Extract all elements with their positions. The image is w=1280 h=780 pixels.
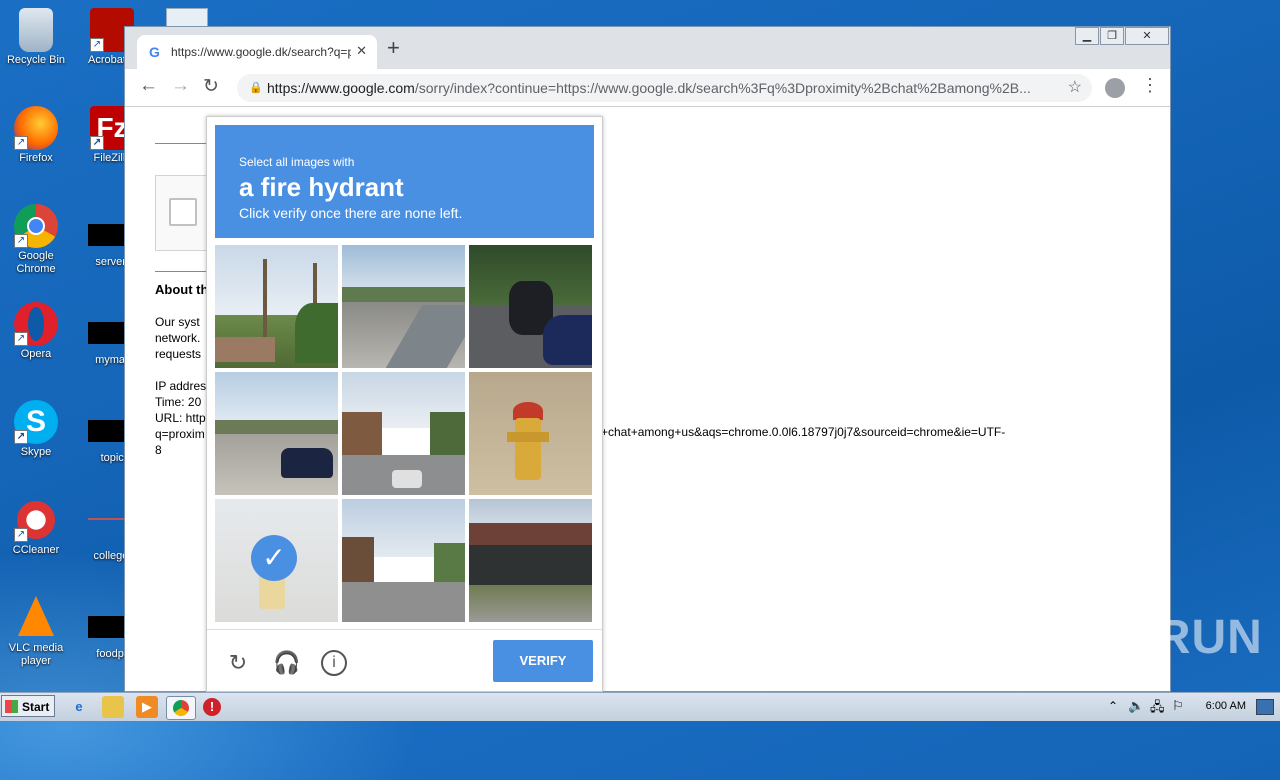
forward-icon[interactable]: → bbox=[171, 75, 190, 97]
network-icon[interactable]: 🖧 bbox=[1150, 698, 1165, 720]
desktop-icon-opera[interactable]: ↗ Opera bbox=[0, 302, 72, 361]
system-tray: ⌃ 🔈 🖧 ⚐ 6:00 AM bbox=[1104, 693, 1280, 721]
volume-icon[interactable]: 🔈 bbox=[1128, 698, 1144, 714]
taskbar: Start e ▶ ! ⌃ 🔈 🖧 ⚐ 6:00 AM bbox=[0, 692, 1280, 721]
desktop-icon-label: Firefox bbox=[19, 152, 53, 164]
redacted-icon bbox=[88, 224, 124, 246]
firefox-icon: ↗ bbox=[14, 106, 58, 150]
new-tab-button[interactable]: + bbox=[387, 37, 400, 59]
desktop-icon-recycle-bin[interactable]: Recycle Bin bbox=[0, 8, 72, 67]
query-line: q=proxim bbox=[155, 427, 205, 441]
image-tile[interactable] bbox=[469, 245, 592, 368]
desktop-icon-firefox[interactable]: ↗ Firefox bbox=[0, 106, 72, 165]
desktop-icon-label: VLC media player bbox=[8, 642, 64, 667]
internet-explorer-icon[interactable]: e bbox=[68, 696, 90, 718]
redacted-icon bbox=[88, 518, 124, 540]
body-line: Our syst bbox=[155, 315, 200, 329]
redacted-icon bbox=[88, 616, 124, 638]
address-text: https://www.google.com/sorry/index?conti… bbox=[267, 80, 1031, 96]
action-center-flag-icon[interactable]: ⚐ bbox=[1172, 698, 1184, 714]
instruction-hint: Click verify once there are none left. bbox=[239, 205, 463, 221]
chrome-icon: ↗ bbox=[14, 204, 58, 248]
recaptcha-checkbox[interactable] bbox=[169, 198, 197, 226]
redacted-icon bbox=[88, 420, 124, 442]
show-hidden-icons-icon[interactable]: ⌃ bbox=[1108, 699, 1118, 713]
lock-icon: 🔒 bbox=[249, 82, 263, 94]
media-player-icon[interactable]: ▶ bbox=[136, 696, 158, 718]
desktop-icon-label: Google Chrome bbox=[16, 250, 56, 275]
recaptcha-challenge: Select all images with a fire hydrant Cl… bbox=[206, 116, 603, 692]
reload-icon[interactable]: ↻ bbox=[225, 650, 251, 676]
time-line: Time: 20 bbox=[155, 395, 202, 409]
tab-strip: G https://www.google.dk/search?q=pr ✕ + … bbox=[125, 27, 1170, 69]
ip-line: IP addres bbox=[155, 379, 207, 393]
vlc-icon bbox=[18, 596, 54, 636]
desktop-icon-label: Recycle Bin bbox=[6, 54, 66, 66]
opera-icon: ↗ bbox=[14, 302, 58, 346]
bookmark-star-icon[interactable]: ☆ bbox=[1068, 74, 1082, 102]
body-line: requests bbox=[155, 347, 202, 361]
audio-headphones-icon[interactable]: 🎧 bbox=[273, 650, 300, 676]
image-tile[interactable] bbox=[342, 499, 465, 622]
desktop-icon-vlc[interactable]: VLC media player bbox=[0, 596, 72, 668]
start-button[interactable]: Start bbox=[1, 695, 55, 717]
desktop-icon-label: Skype bbox=[20, 446, 52, 458]
close-window-button[interactable]: ✕ bbox=[1125, 27, 1169, 45]
opera-taskbar-icon[interactable]: ! bbox=[203, 698, 221, 716]
instruction-target: a fire hydrant bbox=[239, 172, 404, 202]
desktop-icon-skype[interactable]: S ↗ Skype bbox=[0, 400, 72, 459]
desktop-icon-google-chrome[interactable]: ↗ Google Chrome bbox=[0, 204, 72, 276]
instruction-small: Select all images with bbox=[239, 155, 355, 169]
windows-flag-icon bbox=[5, 700, 18, 713]
browser-tab[interactable]: G https://www.google.dk/search?q=pr ✕ bbox=[137, 35, 377, 69]
show-desktop-icon[interactable] bbox=[1256, 699, 1274, 715]
desktop-icon-ccleaner[interactable]: ↗ CCleaner bbox=[0, 498, 72, 557]
google-favicon-icon: G bbox=[149, 44, 160, 60]
image-tile[interactable] bbox=[469, 499, 592, 622]
menu-kebab-icon[interactable]: ⋮ bbox=[1141, 75, 1159, 96]
image-tile[interactable] bbox=[342, 245, 465, 368]
image-tile[interactable] bbox=[215, 372, 338, 495]
divider bbox=[155, 271, 207, 272]
url-line: URL: http bbox=[155, 411, 206, 425]
file-explorer-icon[interactable] bbox=[102, 696, 124, 718]
image-tile[interactable] bbox=[215, 245, 338, 368]
recycle-bin-icon bbox=[19, 8, 53, 52]
back-icon[interactable]: ← bbox=[139, 75, 158, 97]
challenge-footer: ↻ 🎧 i VERIFY bbox=[207, 629, 602, 692]
image-tile[interactable] bbox=[342, 372, 465, 495]
desktop-icon-label: Opera bbox=[20, 348, 52, 360]
divider bbox=[155, 143, 207, 144]
profile-avatar-icon[interactable] bbox=[1105, 78, 1125, 98]
checkmark-icon: ✓ bbox=[251, 535, 297, 581]
close-tab-icon[interactable]: ✕ bbox=[356, 43, 367, 59]
start-label: Start bbox=[22, 700, 50, 714]
restore-button[interactable]: ❐ bbox=[1100, 27, 1124, 45]
query-line-end: 8 bbox=[155, 443, 162, 457]
redacted-icon bbox=[88, 322, 124, 344]
reload-icon[interactable]: ↻ bbox=[203, 75, 219, 98]
chrome-taskbar-button[interactable] bbox=[166, 696, 196, 720]
anyrun-watermark: ANY RUN bbox=[1038, 611, 1263, 664]
skype-icon: S ↗ bbox=[14, 400, 58, 444]
minimize-button[interactable]: ▁ bbox=[1075, 27, 1099, 45]
about-heading: About th bbox=[155, 282, 209, 297]
challenge-header: Select all images with a fire hydrant Cl… bbox=[215, 125, 594, 238]
clock[interactable]: 6:00 AM bbox=[1206, 700, 1246, 712]
info-icon[interactable]: i bbox=[321, 650, 347, 676]
browser-toolbar: ← → ↻ 🔒 https://www.google.com/sorry/ind… bbox=[125, 69, 1170, 107]
ccleaner-icon: ↗ bbox=[14, 498, 58, 542]
image-tile[interactable] bbox=[469, 372, 592, 495]
desktop-icon-label: CCleaner bbox=[12, 544, 60, 556]
verify-button[interactable]: VERIFY bbox=[493, 640, 593, 682]
address-bar[interactable]: 🔒 https://www.google.com/sorry/index?con… bbox=[237, 74, 1092, 102]
body-line: network. bbox=[155, 331, 201, 345]
url-tail: +chat+among+us&aqs=chrome.0.0l6.18797j0j… bbox=[601, 425, 1006, 439]
tab-title: https://www.google.dk/search?q=pr bbox=[171, 45, 351, 59]
